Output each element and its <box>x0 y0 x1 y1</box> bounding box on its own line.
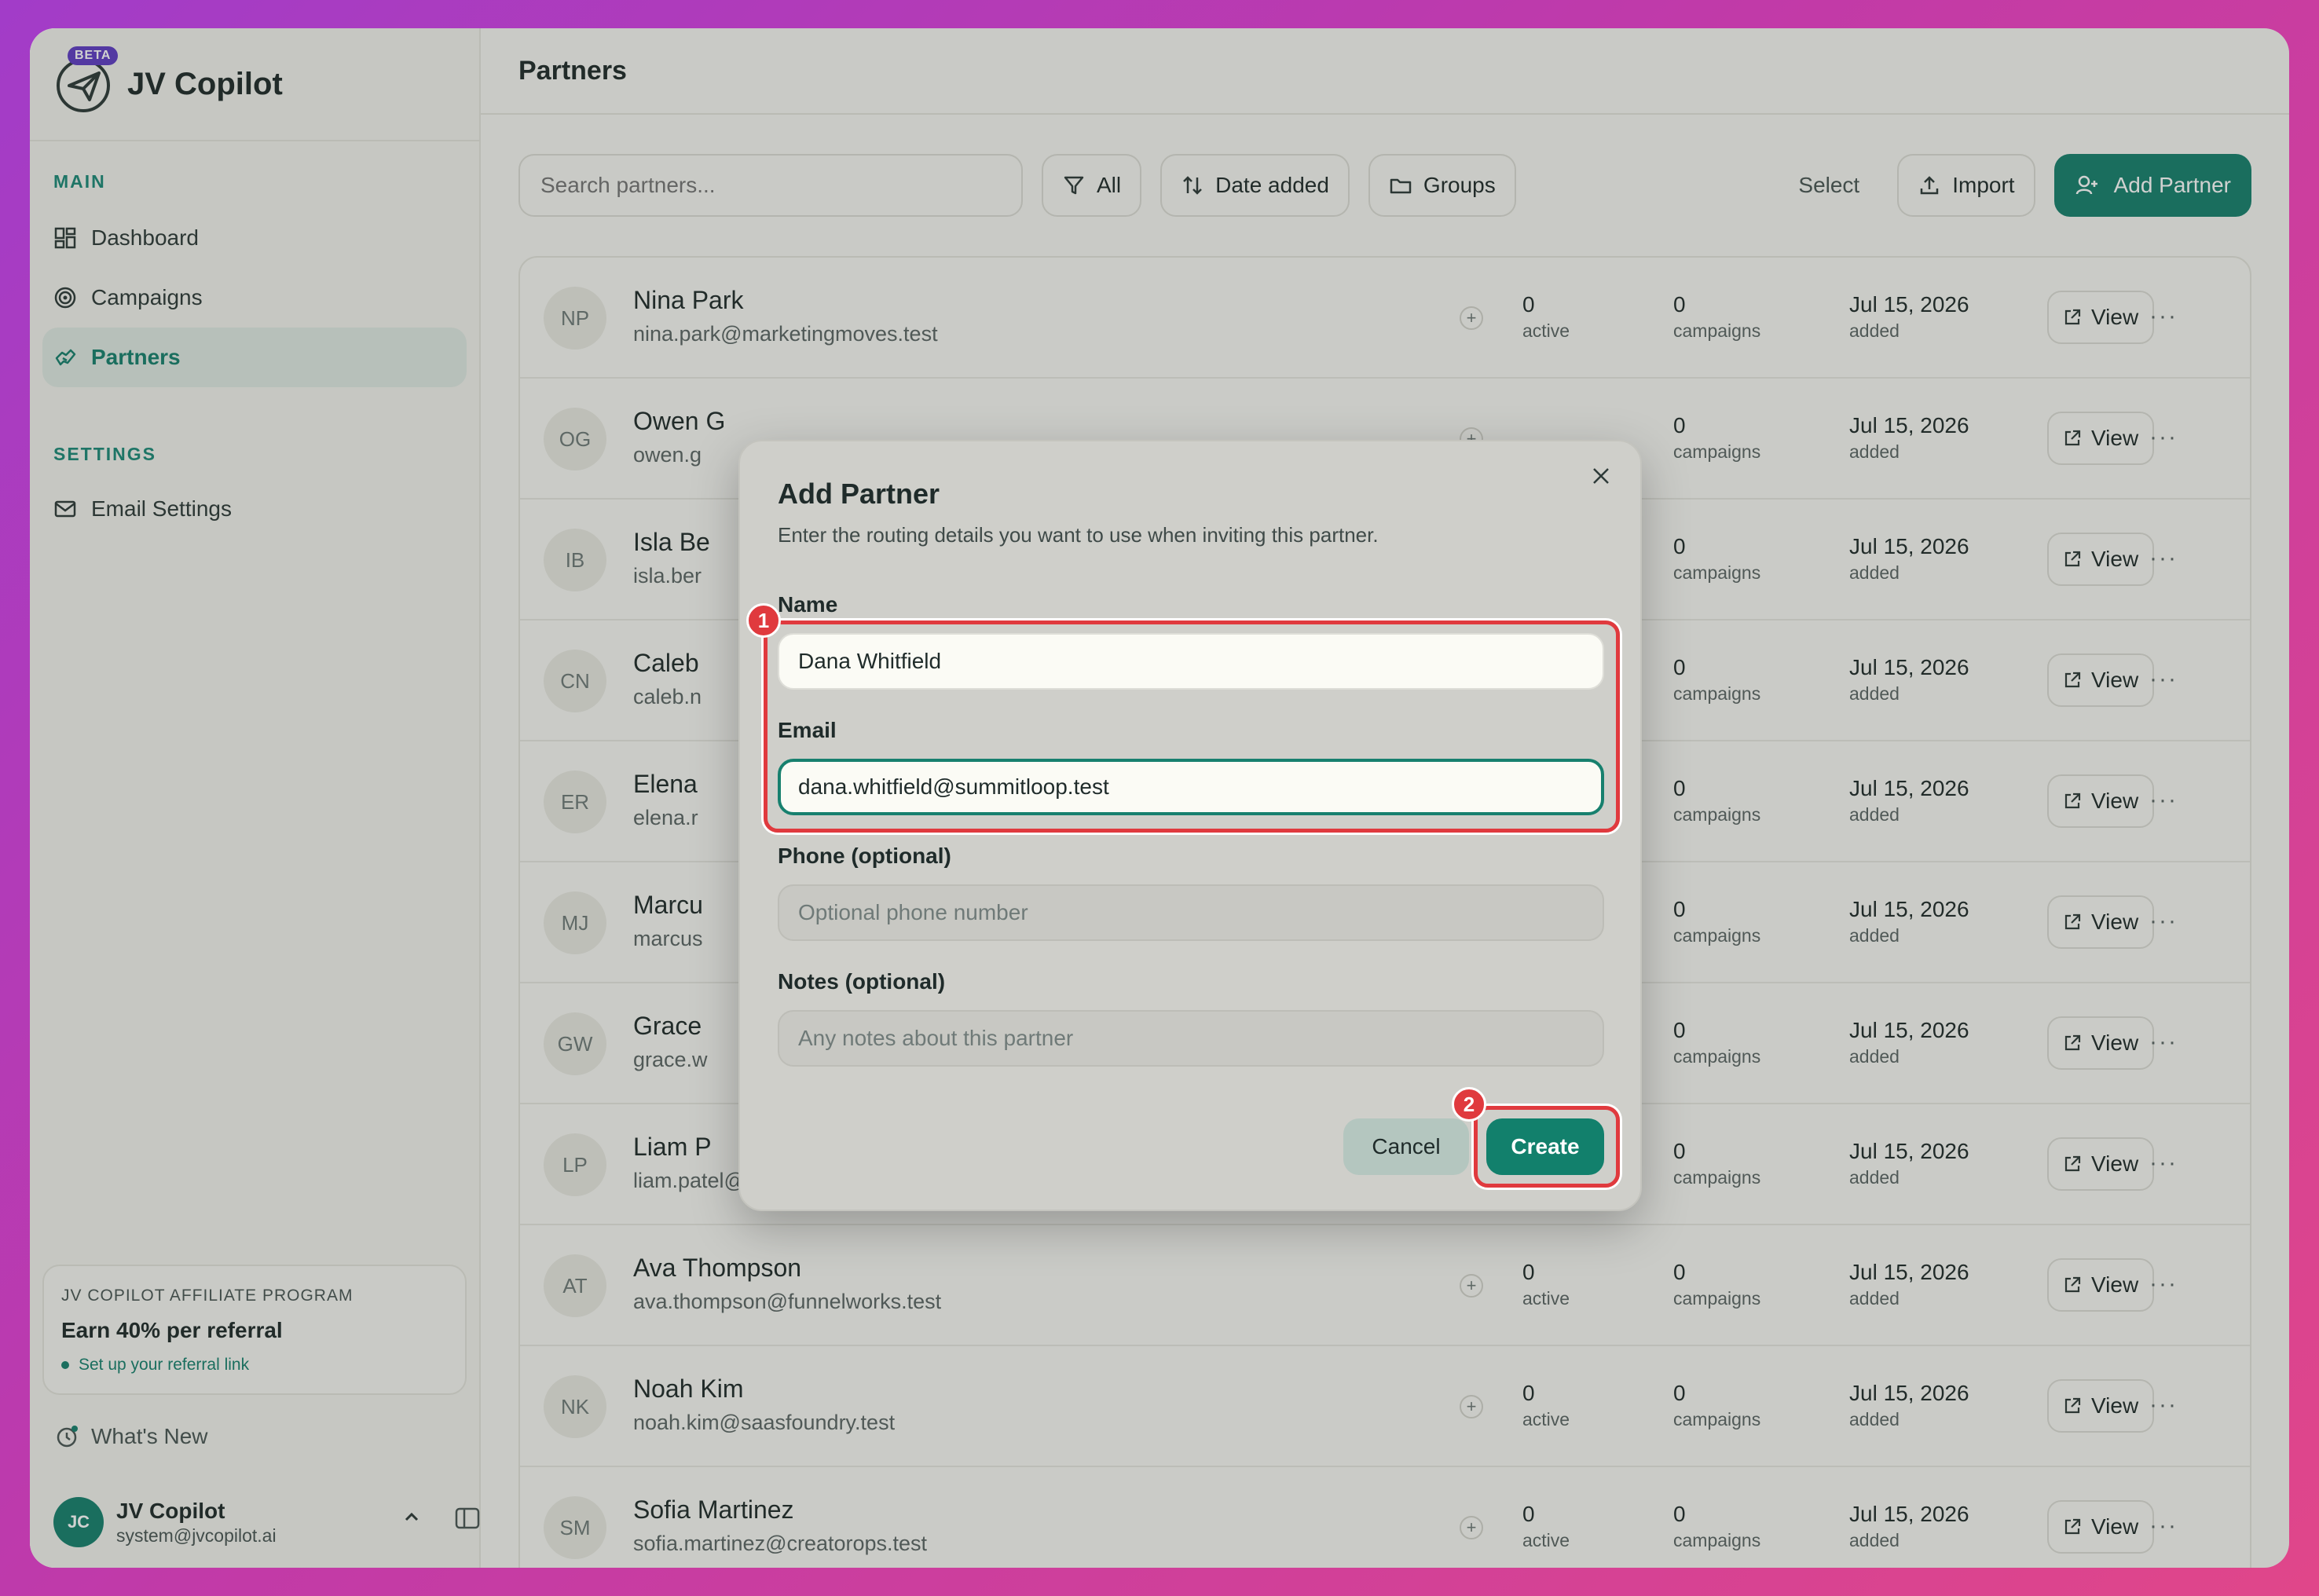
app-window: BETA JV Copilot MAIN Dashboard Campaigns… <box>30 28 2289 1568</box>
highlight-box-fields <box>764 620 1620 833</box>
name-label: Name <box>778 592 838 617</box>
close-icon[interactable] <box>1590 465 1612 487</box>
phone-label: Phone (optional) <box>778 844 951 868</box>
dialog-title: Add Partner <box>778 478 940 510</box>
dialog-description: Enter the routing details you want to us… <box>778 523 1379 547</box>
phone-field[interactable] <box>778 884 1604 941</box>
step-badge-1: 1 <box>746 603 781 638</box>
notes-field[interactable] <box>778 1010 1604 1067</box>
notes-label: Notes (optional) <box>778 969 946 994</box>
cancel-button[interactable]: Cancel <box>1343 1118 1469 1175</box>
add-partner-dialog: Add Partner Enter the routing details yo… <box>738 440 1642 1211</box>
highlight-box-create <box>1474 1106 1620 1188</box>
step-badge-2: 2 <box>1452 1087 1486 1122</box>
